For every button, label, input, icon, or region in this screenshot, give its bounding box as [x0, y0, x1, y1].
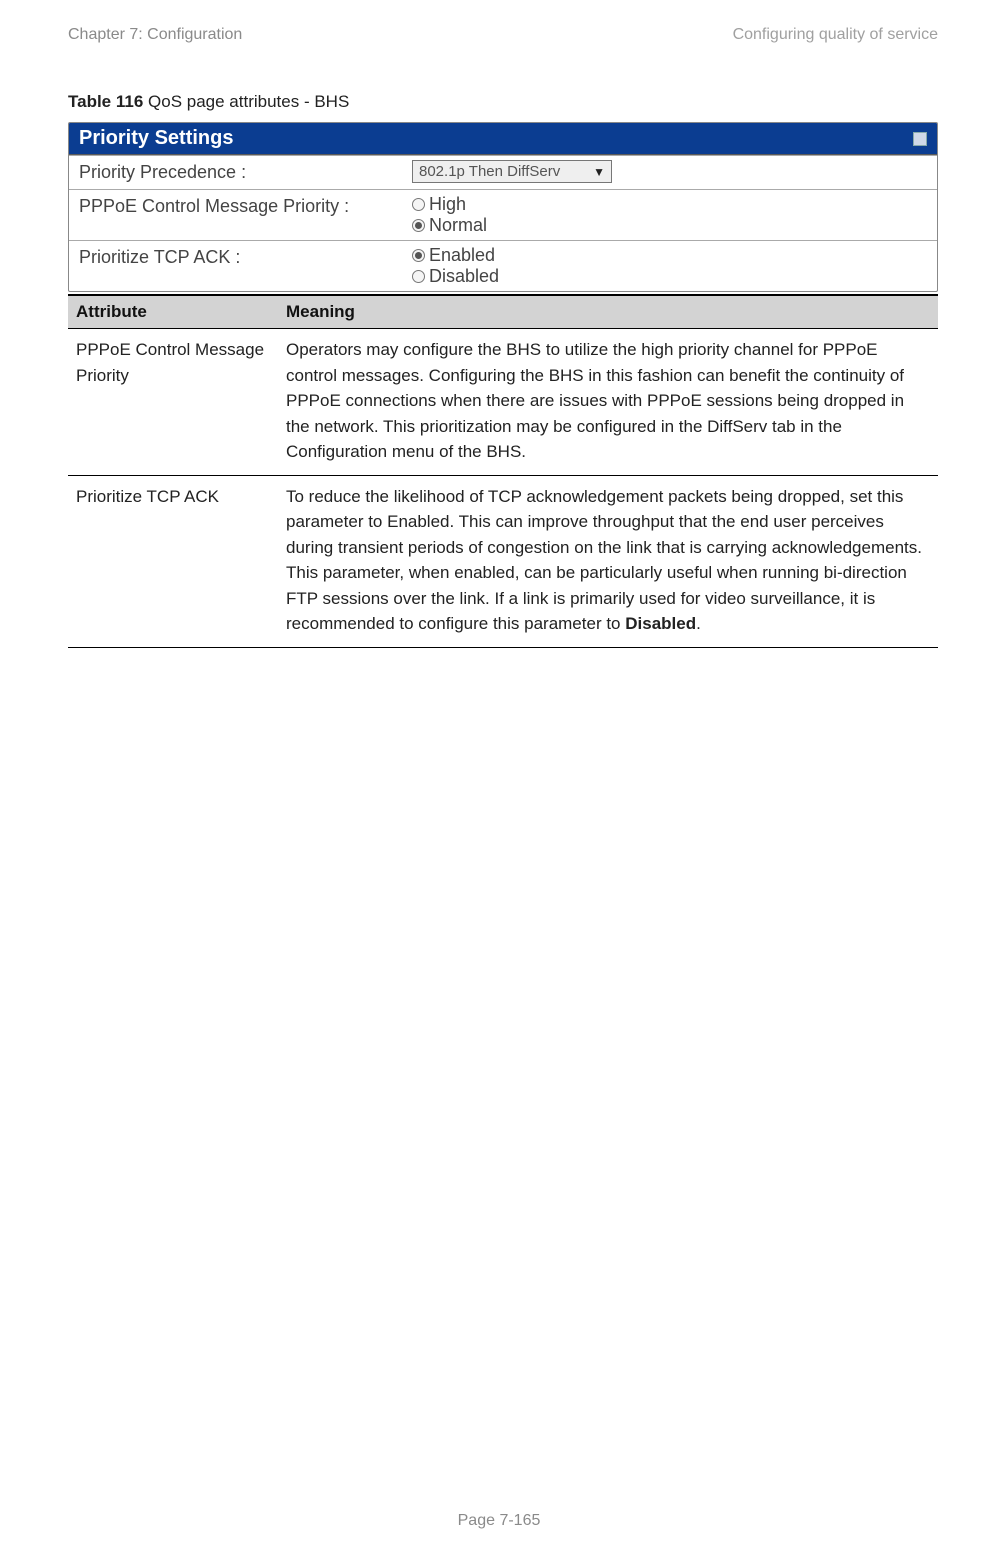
panel-title-text: Priority Settings [79, 127, 233, 150]
radio-icon [412, 249, 425, 262]
caption-rest: QoS page attributes - BHS [143, 92, 349, 111]
cell-meaning: Operators may configure the BHS to utili… [278, 329, 938, 476]
priority-precedence-value: 802.1p Then DiffServ [419, 163, 560, 180]
radio-tcp-disabled[interactable]: Disabled [412, 266, 929, 287]
priority-settings-panel: Priority Settings Priority Precedence : … [68, 122, 938, 292]
th-meaning: Meaning [278, 295, 938, 329]
row-priority-precedence: Priority Precedence : 802.1p Then DiffSe… [69, 155, 937, 189]
meaning-bold: Disabled [625, 614, 696, 633]
chevron-down-icon: ▼ [593, 165, 605, 179]
page-footer: Page 7-165 [0, 1512, 998, 1530]
radio-pppoe-normal[interactable]: Normal [412, 215, 929, 236]
cell-attribute: Prioritize TCP ACK [68, 475, 278, 647]
radio-label: High [429, 194, 466, 215]
control-pppoe-priority: High Normal [404, 190, 937, 240]
radio-label: Enabled [429, 245, 495, 266]
radio-tcp-enabled[interactable]: Enabled [412, 245, 929, 266]
header-right: Configuring quality of service [733, 26, 938, 44]
label-pppoe-priority: PPPoE Control Message Priority : [69, 190, 404, 240]
label-priority-precedence: Priority Precedence : [69, 156, 404, 189]
row-tcp-ack: Prioritize TCP ACK : Enabled Disabled [69, 240, 937, 291]
attribute-table: Attribute Meaning PPPoE Control Message … [68, 294, 938, 648]
table-row: Prioritize TCP ACK To reduce the likelih… [68, 475, 938, 647]
radio-label: Normal [429, 215, 487, 236]
th-attribute: Attribute [68, 295, 278, 329]
collapse-icon[interactable] [913, 132, 927, 146]
control-tcp-ack: Enabled Disabled [404, 241, 937, 291]
panel-title-bar: Priority Settings [69, 123, 937, 155]
radio-icon [412, 198, 425, 211]
page: Chapter 7: Configuration Configuring qua… [0, 0, 998, 688]
table-caption: Table 116 QoS page attributes - BHS [68, 92, 938, 112]
label-tcp-ack: Prioritize TCP ACK : [69, 241, 404, 291]
table-row: PPPoE Control Message Priority Operators… [68, 329, 938, 476]
priority-precedence-select[interactable]: 802.1p Then DiffServ ▼ [412, 160, 612, 183]
row-pppoe-priority: PPPoE Control Message Priority : High No… [69, 189, 937, 240]
meaning-post: . [696, 614, 701, 633]
radio-label: Disabled [429, 266, 499, 287]
control-priority-precedence: 802.1p Then DiffServ ▼ [404, 156, 937, 189]
meaning-pre: To reduce the likelihood of TCP acknowle… [286, 487, 922, 634]
radio-icon [412, 270, 425, 283]
radio-icon [412, 219, 425, 232]
table-header-row: Attribute Meaning [68, 295, 938, 329]
radio-pppoe-high[interactable]: High [412, 194, 929, 215]
page-header: Chapter 7: Configuration Configuring qua… [68, 26, 938, 44]
cell-attribute: PPPoE Control Message Priority [68, 329, 278, 476]
header-left: Chapter 7: Configuration [68, 26, 242, 44]
caption-bold: Table 116 [68, 92, 143, 111]
cell-meaning: To reduce the likelihood of TCP acknowle… [278, 475, 938, 647]
